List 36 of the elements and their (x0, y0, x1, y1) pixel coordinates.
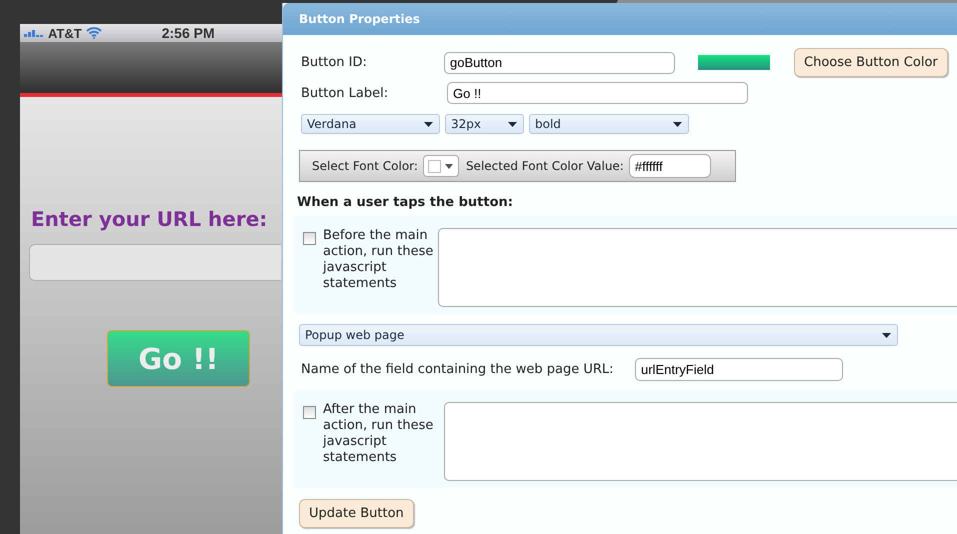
input-field[interactable]: Go !! (447, 82, 748, 104)
checkbox[interactable] (303, 406, 316, 419)
caret-icon (424, 122, 433, 126)
checkbox-label: After the main action, run these javascript statements (323, 402, 434, 466)
signal-icon (24, 29, 44, 37)
input-field[interactable]: urlEntryField (635, 358, 843, 381)
caret-icon (444, 164, 453, 168)
choose-color-button[interactable]: Choose Button Color (794, 48, 948, 77)
input-field[interactable]: goButton (444, 52, 675, 74)
caret-icon (508, 122, 517, 126)
dropdown[interactable]: Verdana (301, 114, 440, 134)
url-input-field[interactable] (29, 244, 281, 281)
url-prompt: Enter your URL here: (31, 207, 268, 231)
section-heading: When a user taps the button: (297, 195, 514, 210)
wifi-icon (86, 27, 102, 39)
color-value-field[interactable]: #ffffff (628, 154, 711, 178)
checkbox[interactable] (303, 232, 316, 245)
update-button[interactable]: Update Button (299, 499, 414, 528)
checkbox-label: Before the main action, run these javascript statements (323, 228, 434, 292)
dialog-title: Button Properties (283, 3, 957, 35)
caret-icon (673, 122, 682, 126)
color-picker[interactable] (422, 155, 459, 177)
script-textarea[interactable] (444, 402, 957, 481)
color-swatch (698, 55, 770, 70)
dropdown[interactable]: bold (529, 114, 689, 134)
field-label: Button ID: (300, 55, 368, 70)
carrier-name: AT&T (48, 26, 82, 40)
status-time: 2:56 PM (162, 25, 215, 41)
action-select[interactable]: Popup web page (299, 324, 898, 346)
caret-icon (882, 332, 891, 338)
script-textarea[interactable] (438, 228, 957, 307)
field-label: Name of the field containing the web page URL: (300, 362, 615, 377)
font-color-label: Select Font Color: (312, 159, 418, 173)
dropdown[interactable]: 32px (445, 114, 524, 134)
font-color-value-label: Selected Font Color Value: (466, 159, 624, 173)
field-label: Button Label: (300, 86, 390, 100)
